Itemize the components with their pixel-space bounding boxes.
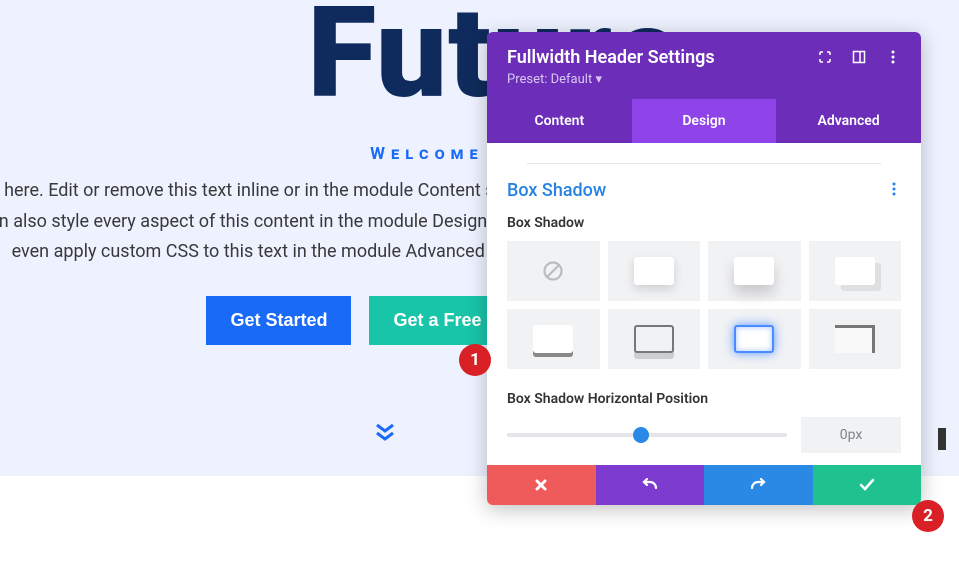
horizontal-position-value[interactable]: 0px — [801, 417, 901, 453]
slider-thumb[interactable] — [633, 427, 649, 443]
annotation-1: 1 — [459, 344, 491, 376]
expand-icon[interactable] — [817, 49, 833, 65]
preset-dropdown[interactable]: Preset: Default ▾ — [507, 72, 715, 87]
shadow-preset-none[interactable] — [507, 241, 600, 301]
annotation-2: 2 — [912, 500, 944, 532]
panel-tabs: Content Design Advanced — [487, 99, 921, 143]
side-handle[interactable] — [938, 428, 946, 450]
save-button[interactable] — [813, 465, 922, 505]
tab-advanced[interactable]: Advanced — [776, 99, 921, 143]
get-started-button[interactable]: Get Started — [206, 296, 351, 345]
panel-header: Fullwidth Header Settings Preset: Defaul… — [487, 32, 921, 99]
tab-design[interactable]: Design — [632, 99, 777, 143]
settings-panel: Fullwidth Header Settings Preset: Defaul… — [487, 32, 921, 505]
cancel-button[interactable] — [487, 465, 596, 505]
shadow-preset-6[interactable] — [708, 309, 801, 369]
panel-body: Box Shadow Box Shadow Box Shadow Horizon… — [487, 143, 921, 465]
horizontal-position-slider[interactable] — [507, 433, 787, 437]
shadow-preset-2[interactable] — [708, 241, 801, 301]
panel-kebab-icon[interactable] — [885, 49, 901, 65]
section-title-box-shadow: Box Shadow — [507, 180, 606, 201]
divider — [527, 163, 881, 164]
shadow-preset-1[interactable] — [608, 241, 701, 301]
section-kebab-icon[interactable] — [887, 181, 901, 200]
tab-content[interactable]: Content — [487, 99, 632, 143]
panel-title: Fullwidth Header Settings — [507, 47, 715, 68]
undo-button[interactable] — [596, 465, 705, 505]
snap-icon[interactable] — [851, 49, 867, 65]
shadow-preset-7[interactable] — [809, 309, 902, 369]
shadow-preset-3[interactable] — [809, 241, 902, 301]
horizontal-position-label: Box Shadow Horizontal Position — [507, 391, 901, 407]
box-shadow-preset-grid — [507, 241, 901, 369]
panel-footer — [487, 465, 921, 505]
box-shadow-option-label: Box Shadow — [507, 215, 901, 231]
redo-button[interactable] — [704, 465, 813, 505]
shadow-preset-4[interactable] — [507, 309, 600, 369]
shadow-preset-5[interactable] — [608, 309, 701, 369]
